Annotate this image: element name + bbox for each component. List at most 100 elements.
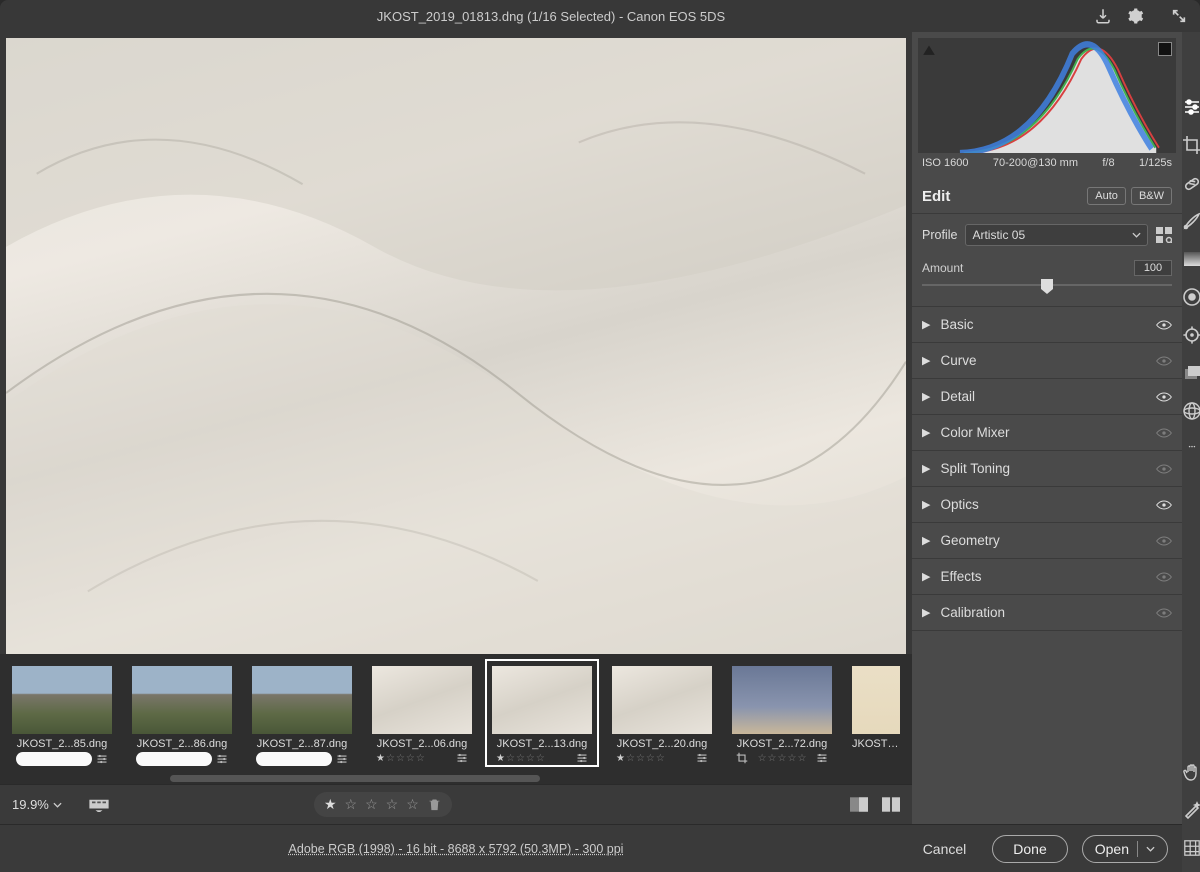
- panel-curve[interactable]: ▶ Curve: [912, 343, 1182, 379]
- thumb-image[interactable]: [132, 666, 232, 734]
- redeye-icon[interactable]: [1182, 325, 1200, 345]
- filmstrip-thumb[interactable]: JKOST_2...87.dng: [246, 660, 358, 768]
- label-pill: [136, 752, 212, 766]
- chevron-down-icon: [1146, 846, 1155, 852]
- before-after-icon[interactable]: [882, 797, 900, 812]
- visibility-eye-icon[interactable]: [1156, 464, 1172, 474]
- crop-icon[interactable]: [1182, 135, 1200, 155]
- fullscreen-icon[interactable]: [1170, 7, 1188, 25]
- visibility-eye-icon[interactable]: [1156, 608, 1172, 618]
- visibility-eye-icon[interactable]: [1156, 356, 1172, 366]
- title-bar: JKOST_2019_01813.dng (1/16 Selected) - C…: [0, 0, 1200, 32]
- rating-filter[interactable]: ★ ☆ ☆ ☆ ☆: [314, 792, 452, 817]
- visibility-eye-icon[interactable]: [1156, 428, 1172, 438]
- download-icon[interactable]: [1094, 7, 1112, 25]
- image-preview[interactable]: [6, 38, 906, 654]
- visibility-eye-icon[interactable]: [1156, 320, 1172, 330]
- filmstrip-thumb[interactable]: JKOST_2...06.dng ★☆☆☆☆: [366, 660, 478, 768]
- panel-color-mixer[interactable]: ▶ Color Mixer: [912, 415, 1182, 451]
- filmstrip-thumb[interactable]: JKOST_2...20.dng ★☆☆☆☆: [606, 660, 718, 768]
- thumb-image[interactable]: [492, 666, 592, 734]
- panel-label: Split Toning: [940, 461, 1010, 476]
- profile-select[interactable]: Artistic 05: [965, 224, 1148, 246]
- cancel-button[interactable]: Cancel: [911, 835, 979, 863]
- linear-gradient-icon[interactable]: [1182, 249, 1200, 269]
- filmstrip-thumb[interactable]: JKOST_...: [846, 660, 906, 768]
- rating-stars: ★☆☆☆☆: [376, 753, 425, 764]
- bw-button[interactable]: B&W: [1131, 187, 1172, 205]
- filter-icon[interactable]: [88, 798, 110, 812]
- window-title: JKOST_2019_01813.dng (1/16 Selected) - C…: [8, 9, 1094, 24]
- sphere-icon[interactable]: [1182, 401, 1200, 421]
- zoom-level[interactable]: 19.9%: [12, 797, 62, 812]
- more-icon[interactable]: [1182, 439, 1200, 459]
- rating-stars: ★☆☆☆☆: [616, 753, 665, 764]
- panel-split-toning[interactable]: ▶ Split Toning: [912, 451, 1182, 487]
- healing-icon[interactable]: [1182, 173, 1200, 193]
- visibility-eye-icon[interactable]: [1156, 536, 1172, 546]
- chevron-right-icon: ▶: [922, 318, 930, 331]
- star-icon[interactable]: ☆: [406, 796, 419, 813]
- amount-slider[interactable]: [922, 276, 1172, 294]
- crop-badge-icon: [736, 752, 748, 764]
- filmstrip-thumb[interactable]: JKOST_2...86.dng: [126, 660, 238, 768]
- preview-area[interactable]: [0, 32, 912, 654]
- filmstrip-thumb[interactable]: JKOST_2...72.dng ☆☆☆☆☆: [726, 660, 838, 768]
- star-icon[interactable]: ☆: [345, 796, 358, 813]
- single-view-icon[interactable]: [850, 797, 868, 812]
- panel-geometry[interactable]: ▶ Geometry: [912, 523, 1182, 559]
- title-filename: JKOST_2019_01813.dng: [377, 9, 524, 24]
- thumb-label: JKOST_2...72.dng: [732, 738, 832, 750]
- thumb-image[interactable]: [852, 666, 900, 734]
- filmstrip-thumb[interactable]: JKOST_2...85.dng: [6, 660, 118, 768]
- adjust-icon: [96, 753, 108, 765]
- amount-label: Amount: [922, 261, 963, 275]
- grid-icon[interactable]: [1182, 838, 1200, 858]
- thumb-image[interactable]: [252, 666, 352, 734]
- panel-basic[interactable]: ▶ Basic: [912, 307, 1182, 343]
- thumb-label: JKOST_...: [852, 738, 900, 750]
- star-icon[interactable]: ★: [324, 796, 337, 813]
- shadow-clip-icon[interactable]: [922, 42, 936, 56]
- capture-metadata: ISO 1600 70-200@130 mm f/8 1/125s: [912, 153, 1182, 177]
- thumb-image[interactable]: [12, 666, 112, 734]
- done-button[interactable]: Done: [992, 835, 1067, 863]
- panel-detail[interactable]: ▶ Detail: [912, 379, 1182, 415]
- thumb-label: JKOST_2...85.dng: [12, 738, 112, 750]
- magic-wand-icon[interactable]: [1182, 800, 1200, 820]
- star-icon[interactable]: ☆: [386, 796, 399, 813]
- layers-icon[interactable]: [1182, 363, 1200, 383]
- histogram[interactable]: [918, 38, 1176, 153]
- image-info[interactable]: Adobe RGB (1998) - 16 bit - 8688 x 5792 …: [16, 842, 896, 856]
- radial-gradient-icon[interactable]: [1182, 287, 1200, 307]
- slider-thumb[interactable]: [1041, 279, 1053, 289]
- title-separator: -: [619, 9, 627, 24]
- visibility-eye-icon[interactable]: [1156, 572, 1172, 582]
- edit-panel-title: Edit: [922, 188, 950, 205]
- visibility-eye-icon[interactable]: [1156, 500, 1172, 510]
- filmstrip-thumb[interactable]: JKOST_2...13.dng ★☆☆☆☆: [486, 660, 598, 768]
- visibility-eye-icon[interactable]: [1156, 392, 1172, 402]
- auto-button[interactable]: Auto: [1087, 187, 1126, 205]
- thumb-image[interactable]: [732, 666, 832, 734]
- amount-value[interactable]: 100: [1134, 260, 1172, 276]
- chevron-right-icon: ▶: [922, 354, 930, 367]
- profile-label: Profile: [922, 228, 957, 242]
- star-icon[interactable]: ☆: [365, 796, 378, 813]
- profile-browser-icon[interactable]: [1156, 227, 1172, 243]
- panel-effects[interactable]: ▶ Effects: [912, 559, 1182, 595]
- filmstrip-scrollbar[interactable]: [170, 775, 540, 782]
- thumb-image[interactable]: [612, 666, 712, 734]
- highlight-clip-icon[interactable]: [1158, 42, 1172, 56]
- title-camera: Canon EOS 5DS: [627, 9, 725, 24]
- open-button[interactable]: Open: [1082, 835, 1168, 863]
- brush-icon[interactable]: [1182, 211, 1200, 231]
- edit-sliders-icon[interactable]: [1182, 97, 1200, 117]
- hand-icon[interactable]: [1182, 762, 1200, 782]
- panel-optics[interactable]: ▶ Optics: [912, 487, 1182, 523]
- panel-calibration[interactable]: ▶ Calibration: [912, 595, 1182, 631]
- gear-icon[interactable]: [1126, 7, 1144, 25]
- thumb-label: JKOST_2...06.dng: [372, 738, 472, 750]
- thumb-image[interactable]: [372, 666, 472, 734]
- trash-icon[interactable]: [427, 797, 442, 812]
